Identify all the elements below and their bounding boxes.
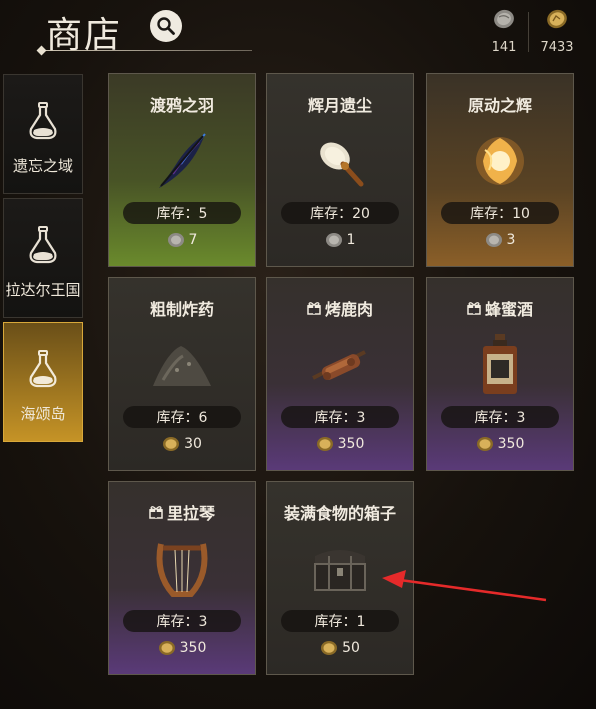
food-chest-icon [314,550,366,591]
gold-coin-icon [321,641,338,655]
item-price: 3 [485,232,515,248]
gray-stone-coin-icon [494,9,514,29]
item-name: 渡鸦之羽 [149,96,214,115]
gift-icon [149,506,163,519]
item-name: 里拉琴 [149,500,215,524]
shop-item-card[interactable]: 粗制炸药 库存：6 30 [108,277,256,471]
item-name: 烤鹿肉 [307,296,373,320]
stock-label: 库存：3 [123,610,241,632]
sidebar-tab-haisong-island[interactable]: 海颂岛 [3,322,83,442]
item-name: 蜂蜜酒 [467,296,533,320]
flask-icon [29,102,57,140]
red-arrow-icon [382,570,547,602]
mead-bottle-icon [483,334,517,394]
prime-radiance-icon [476,137,524,185]
stone-amount: 141 [491,40,517,55]
shop-item-card[interactable]: 渡鸦之羽 库存：5 7 [108,73,256,267]
stock-label: 库存：20 [281,202,399,224]
stock-label: 库存：1 [281,610,399,632]
item-price: 350 [476,436,524,452]
item-price: 50 [320,640,360,656]
shop-item-card[interactable]: 蜂蜜酒 库存：3 350 [426,277,574,471]
stock-label: 库存：6 [123,406,241,428]
title-underline [38,50,252,51]
search-button[interactable] [150,10,182,42]
gray-stone-coin-icon [485,233,502,247]
stock-label: 库存：3 [281,406,399,428]
shop-item-card[interactable]: 烤鹿肉 库存：3 350 [266,277,414,471]
item-price: 7 [167,232,197,248]
header: 商店 141 7433 [0,0,596,62]
gold-coin-icon [476,437,493,451]
shop-item-card[interactable]: 原动之辉 库存：10 3 [426,73,574,267]
item-price: 30 [162,436,202,452]
gold-coin-icon [547,9,567,29]
shop-item-card[interactable]: 里拉琴 库存：3 350 [108,481,256,675]
roast-venison-icon [312,350,366,380]
stock-label: 库存：3 [441,406,559,428]
gold-coin-icon [316,437,333,451]
gray-stone-coin-icon [167,233,184,247]
sidebar-item-label: 遗忘之域 [12,157,73,175]
item-name: 原动之辉 [467,96,532,115]
lyre-icon [156,543,208,597]
currency-divider [528,12,529,52]
moon-dust-icon [320,142,364,187]
sidebar-item-label: 海颂岛 [20,405,66,423]
search-icon [157,17,175,35]
gift-icon [307,302,321,315]
gift-icon [467,302,481,315]
item-name: 装满食物的箱子 [283,504,396,523]
stone-currency: 141 [484,8,524,55]
flask-icon [29,226,57,264]
item-name: 辉月遗尘 [307,96,372,115]
gray-stone-coin-icon [325,233,342,247]
item-price: 350 [316,436,364,452]
sidebar-tab-forgotten-realm[interactable]: 遗忘之域 [3,74,83,194]
sidebar-tab-radar-kingdom[interactable]: 拉达尔王国 [3,198,83,318]
item-price: 350 [158,640,206,656]
sidebar-item-label: 拉达尔王国 [5,281,81,299]
stock-label: 库存：10 [441,202,559,224]
raven-feather-icon [159,133,206,188]
gold-coin-icon [158,641,175,655]
shop-item-card[interactable]: 辉月遗尘 库存：20 1 [266,73,414,267]
item-name: 粗制炸药 [149,300,214,319]
item-price: 1 [325,232,355,248]
stock-label: 库存：5 [123,202,241,224]
crude-explosive-icon [153,346,211,386]
gold-amount: 7433 [540,40,574,55]
gold-coin-icon [163,437,180,451]
flask-icon [29,350,57,388]
gold-currency: 7433 [537,8,577,55]
